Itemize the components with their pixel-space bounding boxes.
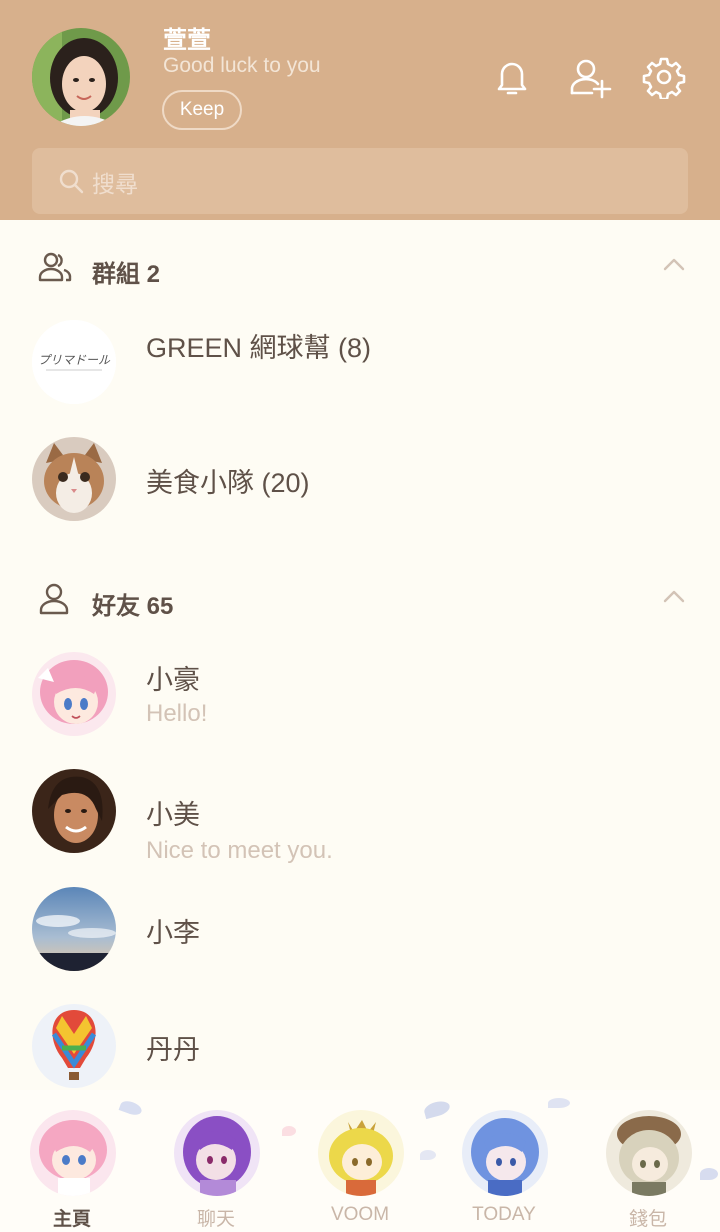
- profile-status-message[interactable]: Good luck to you: [163, 54, 321, 78]
- today-character-icon: [462, 1110, 548, 1196]
- group-icon: [38, 252, 72, 282]
- friend-name: 丹丹: [146, 1035, 200, 1065]
- friend-status-message: Nice to meet you.: [146, 837, 333, 864]
- group-name: 美食小隊 (20): [146, 468, 310, 498]
- group-avatar: [32, 437, 116, 521]
- search-placeholder: 搜尋: [92, 171, 138, 197]
- friend-avatar: [32, 887, 116, 971]
- tab-wallet[interactable]: 錢包: [576, 1090, 720, 1232]
- group-avatar: プリマドール: [32, 320, 116, 404]
- friends-section-header[interactable]: 好友 65: [0, 568, 720, 628]
- search-bar[interactable]: 搜尋: [32, 148, 688, 214]
- profile-avatar[interactable]: [32, 28, 130, 126]
- tab-label: 主頁: [52, 1209, 91, 1230]
- svg-text:プリマドール: プリマドール: [38, 353, 111, 367]
- friend-avatar: [32, 1004, 116, 1088]
- tab-label: TODAY: [472, 1204, 536, 1225]
- friend-status-message: Hello!: [146, 700, 208, 727]
- gear-icon[interactable]: [642, 55, 686, 99]
- bottom-tab-bar: 主頁 聊天 VOOM TODAY 錢包: [0, 1090, 720, 1232]
- groups-section-header[interactable]: 群組 2: [0, 236, 720, 296]
- keep-button[interactable]: Keep: [162, 90, 242, 130]
- chevron-up-icon[interactable]: [662, 588, 686, 604]
- friend-row[interactable]: 小李: [0, 887, 720, 997]
- tab-home[interactable]: 主頁: [0, 1090, 144, 1232]
- groups-section-title: 群組 2: [92, 261, 161, 288]
- tab-label: VOOM: [330, 1204, 390, 1225]
- group-row[interactable]: プリマドール GREEN 網球幫 (8): [0, 320, 720, 430]
- friend-avatar: [32, 769, 116, 853]
- profile-header: 萱萱 Good luck to you Keep 搜尋: [0, 0, 720, 220]
- friend-name: 小美: [146, 800, 200, 830]
- friend-row[interactable]: 小豪 Hello!: [0, 652, 720, 762]
- friend-name: 小李: [146, 918, 200, 948]
- tab-chat[interactable]: 聊天: [144, 1090, 288, 1232]
- person-icon: [39, 583, 69, 615]
- friends-section-title: 好友 65: [92, 593, 174, 620]
- group-name: GREEN 網球幫 (8): [146, 333, 372, 363]
- tab-today[interactable]: TODAY: [432, 1090, 576, 1232]
- chevron-up-icon[interactable]: [662, 256, 686, 272]
- friend-row[interactable]: 小美 Nice to meet you.: [0, 769, 720, 879]
- bell-icon[interactable]: [490, 55, 534, 99]
- friend-name: 小豪: [146, 665, 200, 695]
- chat-character-icon: [174, 1110, 260, 1196]
- friend-avatar: [32, 652, 116, 736]
- group-row[interactable]: 美食小隊 (20): [0, 437, 720, 547]
- search-icon: [59, 169, 84, 194]
- home-character-icon: [30, 1110, 116, 1196]
- add-friend-icon[interactable]: [568, 55, 612, 99]
- profile-name: 萱萱: [163, 27, 211, 54]
- voom-character-icon: [318, 1110, 404, 1196]
- wallet-character-icon: [606, 1110, 692, 1196]
- tab-voom[interactable]: VOOM: [288, 1090, 432, 1232]
- tab-label: 聊天: [196, 1209, 235, 1230]
- group-logo: プリマドール: [32, 320, 116, 404]
- tab-label: 錢包: [628, 1209, 667, 1230]
